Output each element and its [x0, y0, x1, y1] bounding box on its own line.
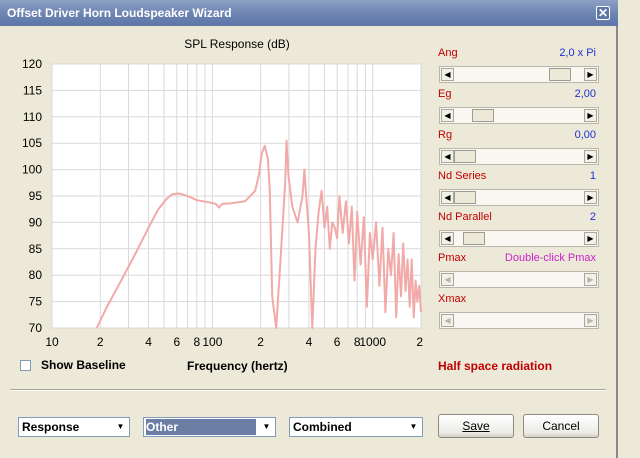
cancel-button[interactable]: Cancel [523, 414, 599, 438]
combined-select[interactable]: Combined ▼ [289, 417, 423, 437]
y-tick-label: 80 [29, 268, 43, 282]
response-select[interactable]: Response ▼ [18, 417, 130, 437]
arrow-right-icon[interactable]: ▶ [584, 109, 597, 122]
show-baseline-label: Show Baseline [41, 358, 126, 372]
y-tick-label: 95 [29, 189, 43, 203]
y-axis-ticks: 70 75 80 85 90 95 100 105 110 115 120 [22, 57, 42, 335]
slider-thumb[interactable] [454, 150, 476, 163]
arrow-right-icon[interactable]: ▶ [584, 150, 597, 163]
x-tick-label: 4 [145, 335, 152, 349]
slider-label: Nd Series [438, 170, 487, 182]
half-space-radiation-label: Half space radiation [438, 359, 553, 373]
slider-track: ◀ ▶ [439, 271, 599, 288]
arrow-right-icon: ▶ [584, 273, 597, 286]
arrow-left-icon[interactable]: ◀ [441, 68, 454, 81]
chevron-down-icon[interactable]: ▼ [406, 419, 421, 435]
slider-label: Eg [438, 88, 452, 100]
slider-value: 2,0 x Pi [559, 47, 596, 59]
arrow-left-icon[interactable]: ◀ [441, 232, 454, 245]
y-tick-label: 100 [22, 163, 42, 177]
slider-value: Double-click Pmax [504, 252, 596, 264]
arrow-right-icon[interactable]: ▶ [584, 232, 597, 245]
slider-label: Ang [438, 47, 458, 59]
y-tick-label: 75 [29, 295, 43, 309]
slider-value: 2 [589, 211, 596, 223]
x-tick-label: 1000 [359, 335, 386, 349]
x-tick-label: 8 [193, 335, 200, 349]
slider-thumb[interactable] [462, 232, 485, 245]
x-tick-label: 100 [202, 335, 222, 349]
slider-thumb[interactable] [549, 68, 572, 81]
window-title: Offset Driver Horn Loudspeaker Wizard [7, 6, 232, 20]
y-tick-label: 115 [23, 83, 42, 97]
arrow-left-icon[interactable]: ◀ [441, 109, 454, 122]
show-baseline-checkbox[interactable] [20, 360, 31, 371]
chart-title: SPL Response (dB) [184, 37, 290, 51]
arrow-left-icon: ◀ [441, 314, 454, 327]
y-tick-label: 70 [29, 321, 43, 335]
other-select[interactable]: Other ▼ [143, 417, 276, 437]
other-select-value: Other [146, 419, 256, 435]
chevron-down-icon[interactable]: ▼ [113, 419, 128, 435]
slider-label: Xmax [438, 293, 467, 305]
y-tick-label: 90 [29, 215, 43, 229]
arrow-right-icon[interactable]: ▶ [584, 191, 597, 204]
arrow-left-icon: ◀ [441, 273, 454, 286]
spl-chart: 707580859095100105110115120 10 2 4 6 8 100 2 4 6… [22, 57, 423, 349]
slider-thumb[interactable] [472, 109, 495, 122]
slider-track[interactable]: ◀ ▶ [439, 230, 599, 247]
x-tick-label: 6 [334, 335, 341, 349]
slider-label: Nd Parallel [438, 211, 492, 223]
x-tick-label: 6 [173, 335, 180, 349]
slider-label: Pmax [438, 252, 467, 264]
slider-track[interactable]: ◀ ▶ [439, 107, 599, 124]
y-tick-label: 85 [29, 242, 43, 256]
arrow-right-icon[interactable]: ▶ [584, 68, 597, 81]
slider-track: ◀ ▶ [439, 312, 599, 329]
arrow-left-icon[interactable]: ◀ [441, 150, 454, 163]
x-tick-label: 10 [45, 335, 59, 349]
x-tick-label: 2 [257, 335, 264, 349]
arrow-right-icon: ▶ [584, 314, 597, 327]
x-axis-ticks: 10 2 4 6 8 100 2 4 6 81000 2 [45, 335, 423, 349]
slider-value: 2,00 [574, 88, 596, 100]
save-button[interactable]: Save [438, 414, 514, 438]
close-icon[interactable]: ✕ [596, 6, 610, 20]
response-select-value: Response [22, 420, 80, 434]
x-tick-label: 4 [306, 335, 313, 349]
title-bar[interactable]: Offset Driver Horn Loudspeaker Wizard ✕ [0, 0, 618, 26]
separator [10, 389, 606, 391]
x-axis-label: Frequency (hertz) [187, 359, 288, 373]
y-tick-label: 105 [22, 136, 42, 150]
y-tick-label: 110 [23, 110, 42, 124]
slider-track[interactable]: ◀ ▶ [439, 66, 599, 83]
slider-label: Rg [438, 129, 453, 141]
slider-value: 0,00 [574, 129, 596, 141]
wizard-window: Offset Driver Horn Loudspeaker Wizard ✕ … [0, 0, 618, 458]
x-tick-label: 2 [97, 335, 104, 349]
x-tick-label: 2 [416, 335, 423, 349]
slider-value: 1 [589, 170, 596, 182]
slider-track[interactable]: ◀ ▶ [439, 148, 599, 165]
chevron-down-icon[interactable]: ▼ [259, 419, 274, 435]
combined-select-value: Combined [293, 420, 352, 434]
arrow-left-icon[interactable]: ◀ [441, 191, 454, 204]
save-button-label: Save [462, 419, 490, 433]
slider-track[interactable]: ◀ ▶ [439, 189, 599, 206]
slider-thumb[interactable] [454, 191, 476, 204]
y-tick-label: 120 [22, 57, 42, 71]
